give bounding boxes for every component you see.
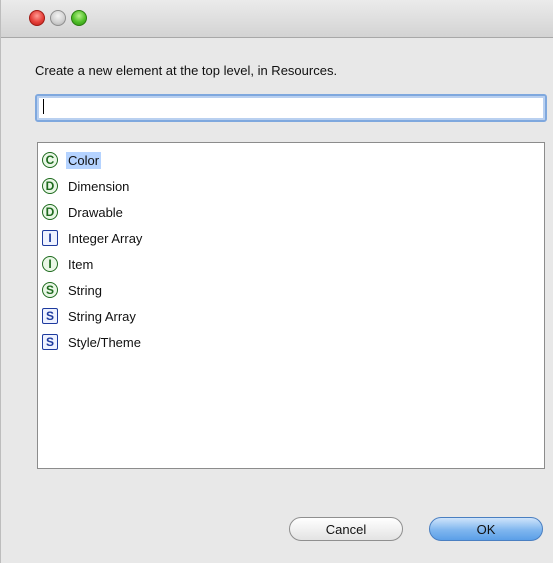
- integer-array-type-icon: I: [42, 230, 58, 246]
- list-item[interactable]: S String Array: [42, 303, 544, 329]
- list-item[interactable]: D Drawable: [42, 199, 544, 225]
- list-item-label: Style/Theme: [68, 334, 141, 350]
- color-type-icon: C: [42, 152, 58, 168]
- text-caret: [43, 99, 44, 114]
- string-array-type-icon: S: [42, 308, 58, 324]
- list-item[interactable]: S Style/Theme: [42, 329, 544, 355]
- search-field[interactable]: [35, 94, 547, 122]
- list-item[interactable]: S String: [42, 277, 544, 303]
- element-type-list[interactable]: C Color D Dimension D Drawable I Integer…: [37, 142, 545, 469]
- list-item-label: Item: [68, 256, 94, 272]
- list-item-label: String Array: [68, 308, 136, 324]
- search-input[interactable]: [43, 100, 543, 118]
- list-item-label: Drawable: [68, 204, 123, 220]
- list-item-label: String: [68, 282, 102, 298]
- list-item[interactable]: I Integer Array: [42, 225, 544, 251]
- list-item[interactable]: D Dimension: [42, 173, 544, 199]
- list-item-label: Color: [66, 151, 102, 169]
- dialog-content: Create a new element at the top level, i…: [1, 38, 553, 563]
- close-window-button[interactable]: [29, 10, 45, 26]
- dialog-message: Create a new element at the top level, i…: [35, 63, 338, 78]
- minimize-window-button[interactable]: [50, 10, 66, 26]
- string-type-icon: S: [42, 282, 58, 298]
- item-type-icon: I: [42, 256, 58, 272]
- drawable-type-icon: D: [42, 204, 58, 220]
- dimension-type-icon: D: [42, 178, 58, 194]
- style-theme-type-icon: S: [42, 334, 58, 350]
- list-item-label: Integer Array: [68, 230, 143, 246]
- list-item[interactable]: I Item: [42, 251, 544, 277]
- ok-button[interactable]: OK: [429, 517, 543, 541]
- title-bar[interactable]: [1, 0, 553, 38]
- cancel-button[interactable]: Cancel: [289, 517, 403, 541]
- list-item[interactable]: C Color: [42, 147, 544, 173]
- list-item-label: Dimension: [68, 178, 130, 194]
- zoom-window-button[interactable]: [71, 10, 87, 26]
- dialog-window: Create a new element at the top level, i…: [0, 0, 553, 563]
